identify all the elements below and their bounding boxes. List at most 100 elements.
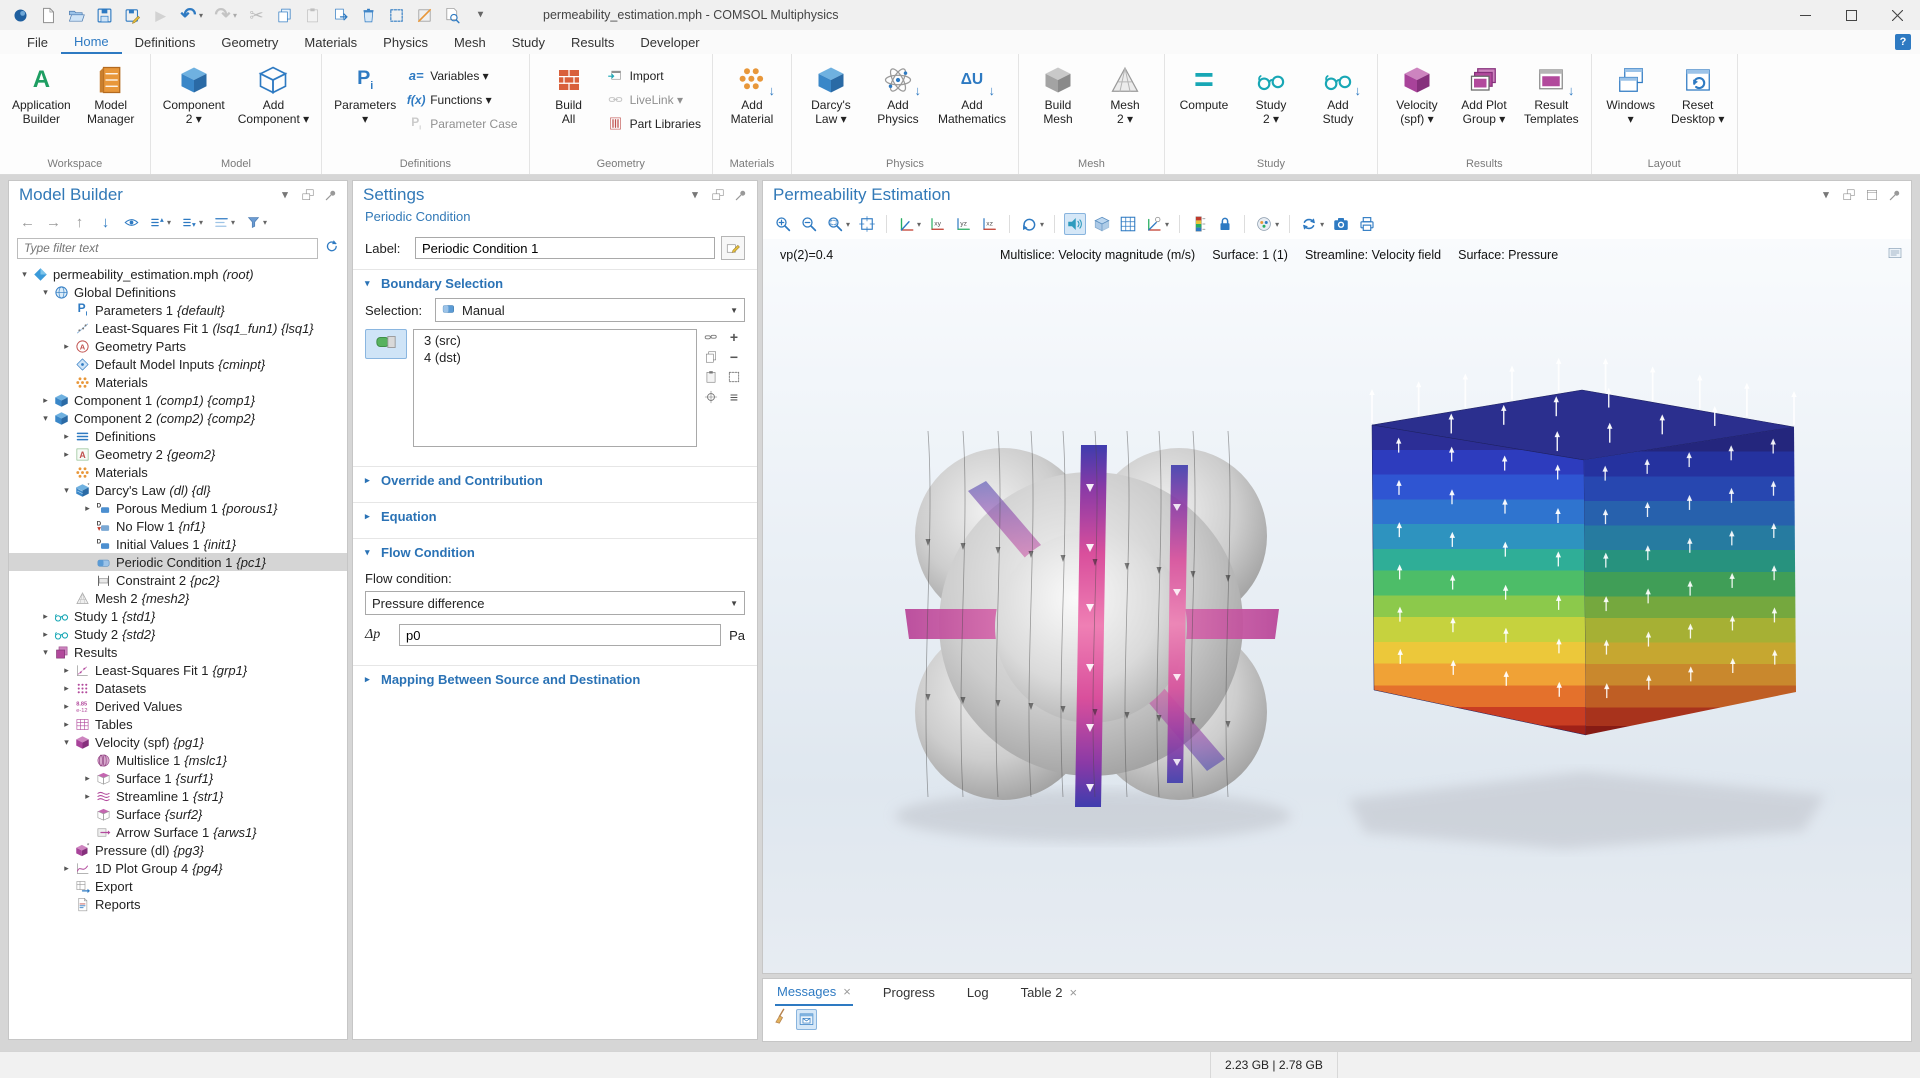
view-settings-button[interactable]: ▾ bbox=[1144, 214, 1170, 234]
minimize-button[interactable] bbox=[1782, 0, 1828, 30]
selection-list-item[interactable]: 3 (src) bbox=[414, 332, 696, 349]
float-window-icon[interactable] bbox=[710, 187, 726, 203]
menu-button[interactable]: ≡ bbox=[726, 389, 745, 405]
paste-icon[interactable] bbox=[302, 5, 323, 26]
chevron-down-icon[interactable]: ▾ bbox=[1818, 187, 1834, 203]
close-button[interactable] bbox=[1874, 0, 1920, 30]
scene-light-button[interactable] bbox=[1064, 213, 1086, 235]
collapsed-arrow-icon[interactable]: ▸ bbox=[59, 719, 74, 730]
tree-item-component-2[interactable]: ▾Component 2(comp2) {comp2} bbox=[9, 409, 347, 427]
rotate-button[interactable]: ▾ bbox=[1019, 214, 1045, 234]
tree-item-default-model-inputs[interactable]: Default Model Inputs{cminpt} bbox=[9, 355, 347, 373]
menu-tab-developer[interactable]: Developer bbox=[627, 30, 712, 54]
ribbon-button-build-all[interactable]: BuildAll bbox=[537, 59, 601, 130]
selection-list-item[interactable]: 4 (dst) bbox=[414, 349, 696, 366]
open-message-window-button[interactable] bbox=[796, 1009, 817, 1030]
go-to-view-button[interactable]: ▾ bbox=[896, 214, 922, 234]
menu-tab-study[interactable]: Study bbox=[499, 30, 558, 54]
copy-icon[interactable] bbox=[274, 5, 295, 26]
section-boundary-selection[interactable]: ▾ Boundary Selection bbox=[353, 270, 757, 296]
section-override-contribution[interactable]: ▸ Override and Contribution bbox=[353, 467, 757, 493]
collapse-all-button[interactable]: ▾ bbox=[181, 214, 204, 231]
undo-icon[interactable]: ↶▾ bbox=[178, 5, 205, 26]
node-text-button[interactable]: ▾ bbox=[213, 214, 236, 231]
view-yz-button[interactable]: yz bbox=[954, 214, 974, 234]
tree-item-no-flow-1[interactable]: DNo Flow 1{nf1} bbox=[9, 517, 347, 535]
menu-tab-results[interactable]: Results bbox=[558, 30, 627, 54]
select-icon[interactable] bbox=[386, 5, 407, 26]
refresh-icon[interactable] bbox=[324, 238, 339, 258]
zoom-extents-button[interactable] bbox=[857, 214, 877, 234]
ribbon-button-application-builder[interactable]: AApplicationBuilder bbox=[7, 59, 76, 130]
view-xz-button[interactable]: xz bbox=[980, 214, 1000, 234]
expanded-arrow-icon[interactable]: ▾ bbox=[59, 737, 74, 748]
tree-item-permeability-estimation-mph[interactable]: ▾permeability_estimation.mph(root) bbox=[9, 265, 347, 283]
tree-item-export[interactable]: Export bbox=[9, 877, 347, 895]
wireframe-grid-button[interactable] bbox=[1118, 214, 1138, 234]
collapsed-arrow-icon[interactable]: ▸ bbox=[59, 341, 74, 352]
selbox-button[interactable] bbox=[726, 369, 745, 385]
ribbon-button-livelink[interactable]: LiveLink ▾ bbox=[604, 90, 705, 109]
tree-item-derived-values[interactable]: ▸8.85e-12Derived Values bbox=[9, 697, 347, 715]
collapsed-arrow-icon[interactable]: ▸ bbox=[38, 629, 53, 640]
update-plot-button[interactable]: ▾ bbox=[1299, 214, 1325, 234]
menu-tab-home[interactable]: Home bbox=[61, 30, 122, 54]
zoom-in-button[interactable] bbox=[773, 214, 793, 234]
transparency-button[interactable] bbox=[1092, 214, 1112, 234]
menu-tab-definitions[interactable]: Definitions bbox=[122, 30, 209, 54]
tree-item-results[interactable]: ▾Results bbox=[9, 643, 347, 661]
plus-button[interactable]: + bbox=[726, 329, 745, 345]
redo-icon[interactable]: ↷▾ bbox=[212, 5, 239, 26]
plot-info-icon[interactable] bbox=[1887, 245, 1903, 266]
bottom-tab-table-2[interactable]: Table 2× bbox=[1019, 979, 1080, 1006]
ribbon-button-study-2[interactable]: Study2 ▾ bbox=[1239, 59, 1303, 130]
menu-tab-physics[interactable]: Physics bbox=[370, 30, 441, 54]
environment-button[interactable]: ▾ bbox=[1254, 214, 1280, 234]
ribbon-button-result-templates[interactable]: ↓ResultTemplates bbox=[1519, 59, 1584, 130]
expanded-arrow-icon[interactable]: ▾ bbox=[17, 269, 32, 280]
collapsed-arrow-icon[interactable]: ▸ bbox=[59, 683, 74, 694]
ribbon-button-build-mesh[interactable]: BuildMesh bbox=[1026, 59, 1090, 130]
collapsed-arrow-icon[interactable]: ▸ bbox=[59, 701, 74, 712]
move-down-button[interactable]: ↓ bbox=[97, 214, 114, 231]
tree-item-materials[interactable]: Materials bbox=[9, 463, 347, 481]
maximize-icon[interactable] bbox=[1864, 187, 1880, 203]
print-button[interactable] bbox=[1357, 214, 1377, 234]
zoom-out-button[interactable] bbox=[799, 214, 819, 234]
tree-item-surface-1[interactable]: ▸Surface 1{surf1} bbox=[9, 769, 347, 787]
cut-icon[interactable]: ✂ bbox=[246, 5, 267, 26]
tree-item-multislice-1[interactable]: Multislice 1{mslc1} bbox=[9, 751, 347, 769]
tree-item-reports[interactable]: Reports bbox=[9, 895, 347, 913]
tree-item-periodic-condition-1[interactable]: Periodic Condition 1{pc1} bbox=[9, 553, 347, 571]
tree-item-study-2[interactable]: ▸Study 2{std2} bbox=[9, 625, 347, 643]
collapsed-arrow-icon[interactable]: ▸ bbox=[59, 449, 74, 460]
expanded-arrow-icon[interactable]: ▾ bbox=[38, 413, 53, 424]
link-button[interactable] bbox=[703, 329, 722, 345]
collapsed-arrow-icon[interactable]: ▸ bbox=[38, 395, 53, 406]
snapshot-button[interactable] bbox=[1331, 214, 1351, 234]
expand-all-button[interactable]: ▾ bbox=[149, 214, 172, 231]
menu-tab-file[interactable]: File bbox=[14, 30, 61, 54]
menu-tab-materials[interactable]: Materials bbox=[291, 30, 370, 54]
zoom-box-button[interactable]: ▾ bbox=[825, 214, 851, 234]
move-up-button[interactable]: ↑ bbox=[71, 214, 88, 231]
pressure-difference-input[interactable] bbox=[399, 624, 721, 646]
active-toggle-button[interactable] bbox=[365, 329, 407, 359]
collapsed-arrow-icon[interactable]: ▸ bbox=[59, 863, 74, 874]
close-tab-icon[interactable]: × bbox=[1070, 985, 1078, 1000]
show-button[interactable] bbox=[123, 214, 140, 231]
ribbon-button-parameter-case[interactable]: PiParameter Case bbox=[404, 114, 521, 133]
bottom-tab-messages[interactable]: Messages× bbox=[775, 979, 853, 1006]
tree-item-surface[interactable]: Surface{surf2} bbox=[9, 805, 347, 823]
ribbon-button-compute[interactable]: =Compute bbox=[1172, 59, 1236, 115]
customize-icon[interactable]: ▾ bbox=[470, 5, 491, 26]
nav-back-button[interactable]: ← bbox=[19, 214, 36, 231]
ribbon-button-import[interactable]: Import bbox=[604, 66, 705, 85]
tree-item-geometry-2[interactable]: ▸AGeometry 2{geom2} bbox=[9, 445, 347, 463]
expanded-arrow-icon[interactable]: ▾ bbox=[38, 647, 53, 658]
minus-button[interactable]: − bbox=[726, 349, 745, 365]
tree-item-geometry-parts[interactable]: ▸AGeometry Parts bbox=[9, 337, 347, 355]
tree-item-constraint-2[interactable]: Constraint 2{pc2} bbox=[9, 571, 347, 589]
section-flow-condition[interactable]: ▾ Flow Condition bbox=[353, 539, 757, 565]
section-mapping[interactable]: ▸ Mapping Between Source and Destination bbox=[353, 666, 757, 692]
